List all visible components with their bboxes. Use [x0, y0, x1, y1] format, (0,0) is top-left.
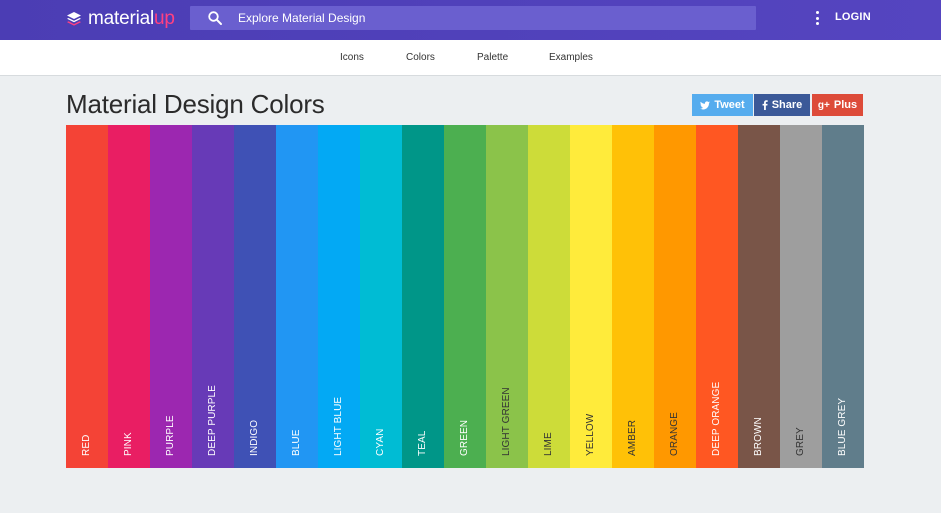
color-swatch-deep-orange[interactable]: DEEP ORANGE — [696, 125, 738, 468]
color-swatch-light-blue[interactable]: LIGHT BLUE — [318, 125, 360, 468]
color-swatch-yellow[interactable]: YELLOW — [570, 125, 612, 468]
color-swatch-label: BLUE — [291, 429, 302, 456]
color-swatch-label: DEEP PURPLE — [207, 385, 218, 456]
nav-item-examples[interactable]: Examples — [549, 52, 593, 63]
color-swatch-purple[interactable]: PURPLE — [150, 125, 192, 468]
materialup-logo[interactable]: materialup — [66, 8, 175, 30]
color-swatch-label: LIGHT BLUE — [333, 396, 344, 456]
color-swatch-blue-grey[interactable]: BLUE GREY — [822, 125, 864, 468]
tweet-label: Tweet — [714, 99, 745, 111]
sub-navigation: Icons Colors Palette Examples — [0, 40, 941, 76]
color-swatch-label: CYAN — [375, 428, 386, 456]
share-label: Share — [771, 99, 803, 111]
color-swatch-label: GREEN — [459, 419, 470, 456]
plus-label: Plus — [833, 99, 858, 111]
more-vert-icon[interactable] — [812, 10, 822, 26]
color-swatch-blue[interactable]: BLUE — [276, 125, 318, 468]
layers-icon — [66, 11, 82, 27]
color-swatch-cyan[interactable]: CYAN — [360, 125, 402, 468]
login-button[interactable]: LOGIN — [835, 11, 871, 23]
color-swatch-deep-purple[interactable]: DEEP PURPLE — [192, 125, 234, 468]
color-swatch-label: DEEP ORANGE — [711, 381, 722, 456]
color-swatch-teal[interactable]: TEAL — [402, 125, 444, 468]
color-swatch-label: TEAL — [417, 430, 428, 456]
color-swatch-indigo[interactable]: INDIGO — [234, 125, 276, 468]
nav-item-colors[interactable]: Colors — [406, 52, 435, 63]
color-palette-strip: RED PINK PURPLE DEEP PURPLE INDIGO BLUE LIGHT … — [66, 125, 864, 468]
facebook-share-button[interactable]: Share — [754, 94, 810, 116]
color-swatch-label: AMBER — [627, 419, 638, 456]
color-swatch-grey[interactable]: GREY — [780, 125, 822, 468]
google-plus-button[interactable]: g+ Plus — [812, 94, 863, 116]
color-swatch-label: LIGHT GREEN — [501, 387, 512, 456]
color-swatch-label: GREY — [795, 427, 806, 456]
app-bar: materialup LOGIN — [0, 0, 941, 40]
color-swatch-orange[interactable]: ORANGE — [654, 125, 696, 468]
color-swatch-label: LIME — [543, 432, 554, 456]
color-swatch-label: RED — [81, 434, 92, 456]
page-title: Material Design Colors — [66, 89, 325, 119]
search-input[interactable] — [238, 6, 738, 30]
color-swatch-brown[interactable]: BROWN — [738, 125, 780, 468]
search-bar — [190, 6, 756, 30]
color-swatch-lime[interactable]: LIME — [528, 125, 570, 468]
color-swatch-label: BROWN — [753, 417, 764, 456]
tweet-button[interactable]: Tweet — [692, 94, 753, 116]
search-icon[interactable] — [207, 10, 223, 26]
color-swatch-label: ORANGE — [669, 412, 680, 456]
color-swatch-label: BLUE GREY — [837, 397, 848, 456]
color-swatch-pink[interactable]: PINK — [108, 125, 150, 468]
color-swatch-label: YELLOW — [585, 413, 596, 456]
nav-item-icons[interactable]: Icons — [340, 52, 364, 63]
color-swatch-light-green[interactable]: LIGHT GREEN — [486, 125, 528, 468]
color-swatch-amber[interactable]: AMBER — [612, 125, 654, 468]
color-swatch-label: INDIGO — [249, 419, 260, 456]
facebook-icon — [762, 100, 768, 110]
color-swatch-red[interactable]: RED — [66, 125, 108, 468]
twitter-icon — [700, 100, 711, 110]
color-swatch-green[interactable]: GREEN — [444, 125, 486, 468]
logo-text: materialup — [88, 8, 175, 29]
nav-item-palette[interactable]: Palette — [477, 52, 508, 63]
color-swatch-label: PINK — [123, 432, 134, 456]
google-plus-icon: g+ — [817, 99, 830, 111]
color-swatch-label: PURPLE — [165, 415, 176, 456]
